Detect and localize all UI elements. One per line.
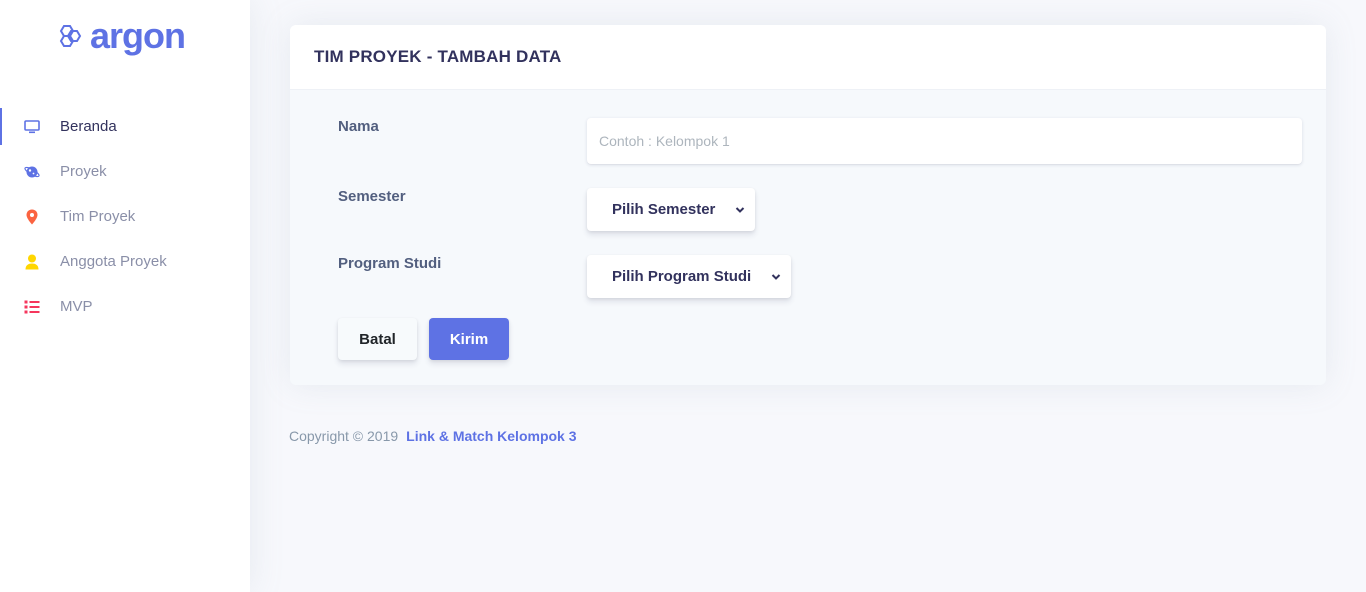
sidebar: argon Beranda Proyek Tim Proyek Anggota … xyxy=(0,0,250,592)
list-icon xyxy=(24,299,40,315)
semester-label: Semester xyxy=(338,188,406,205)
sidebar-item-label: MVP xyxy=(60,298,93,315)
user-icon xyxy=(24,254,40,270)
form-card: TIM PROYEK - TAMBAH DATA Nama Semester P… xyxy=(290,25,1326,385)
card-header: TIM PROYEK - TAMBAH DATA xyxy=(290,25,1326,90)
prodi-selected-value: Pilih Program Studi xyxy=(612,268,752,285)
sidebar-item-beranda[interactable]: Beranda xyxy=(0,104,250,149)
prodi-label: Program Studi xyxy=(338,255,442,272)
sidebar-item-label: Anggota Proyek xyxy=(60,253,167,270)
form-row-semester: Semester Pilih Semester xyxy=(338,188,756,231)
page-title: TIM PROYEK - TAMBAH DATA xyxy=(314,47,562,66)
footer-link[interactable]: Link & Match Kelompok 3 xyxy=(406,428,576,444)
semester-select[interactable]: Pilih Semester xyxy=(587,188,756,231)
brand-name: argon xyxy=(90,15,186,56)
hexagon-logo-icon xyxy=(59,25,82,47)
sidebar-item-label: Beranda xyxy=(60,118,117,135)
sidebar-item-tim-proyek[interactable]: Tim Proyek xyxy=(0,194,250,239)
chevron-down-icon xyxy=(736,206,745,213)
sidebar-item-mvp[interactable]: MVP xyxy=(0,284,250,329)
copyright-text: Copyright © 2019 xyxy=(289,428,399,444)
planet-icon xyxy=(24,164,40,180)
sidebar-item-label: Tim Proyek xyxy=(60,208,136,225)
form-row-nama: Nama xyxy=(338,118,1302,164)
sidebar-item-proyek[interactable]: Proyek xyxy=(0,149,250,194)
footer: Copyright © 2019 Link & Match Kelompok 3 xyxy=(289,428,577,444)
nama-label: Nama xyxy=(338,118,379,135)
chevron-down-icon xyxy=(771,273,781,280)
form-row-prodi: Program Studi Pilih Program Studi xyxy=(338,255,792,298)
sidebar-item-label: Proyek xyxy=(60,163,107,180)
prodi-select[interactable]: Pilih Program Studi xyxy=(587,255,792,298)
submit-button[interactable]: Kirim xyxy=(429,318,509,360)
semester-selected-value: Pilih Semester xyxy=(612,201,716,218)
cancel-button[interactable]: Batal xyxy=(338,318,417,360)
sidebar-item-anggota-proyek[interactable]: Anggota Proyek xyxy=(0,239,250,284)
pin-icon xyxy=(24,209,40,225)
sidebar-nav: Beranda Proyek Tim Proyek Anggota Proyek… xyxy=(0,104,250,329)
nama-input[interactable] xyxy=(587,118,1302,164)
tv-icon xyxy=(24,119,40,135)
brand-logo[interactable]: argon xyxy=(56,15,186,56)
